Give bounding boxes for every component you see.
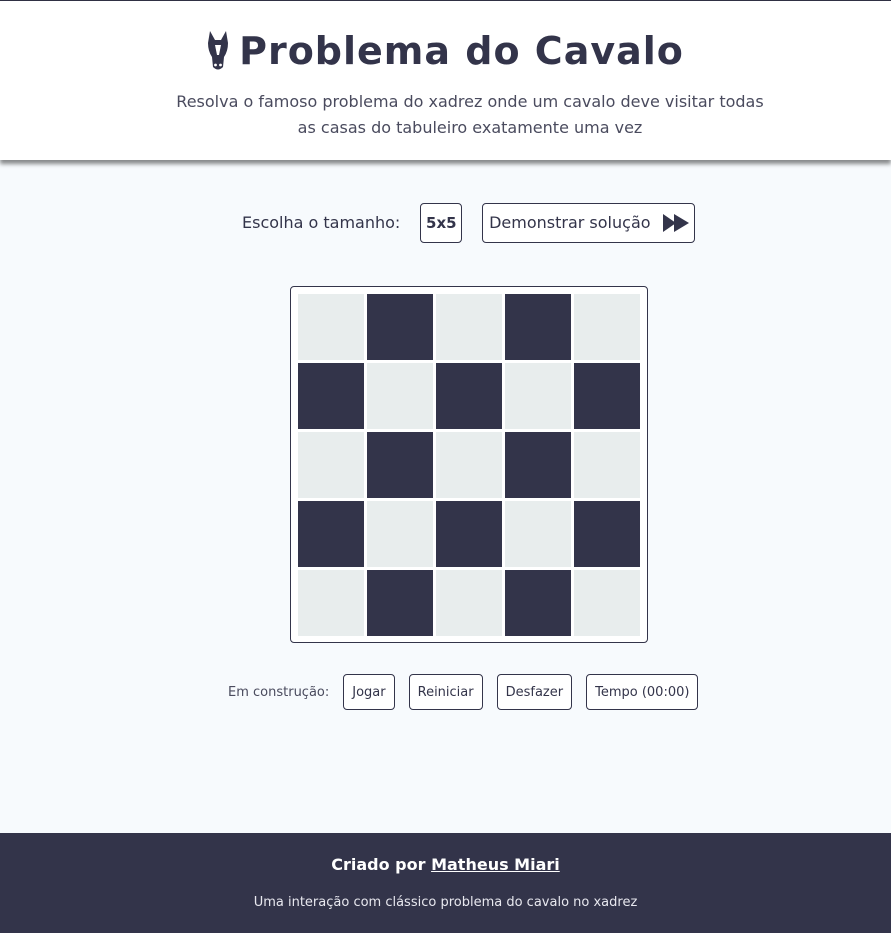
board-cell[interactable] bbox=[574, 294, 640, 360]
fast-forward-icon bbox=[662, 213, 689, 232]
play-button[interactable]: Jogar bbox=[343, 674, 395, 710]
horse-head-icon bbox=[208, 31, 229, 70]
board-cell[interactable] bbox=[298, 501, 364, 567]
construction-label: Em construção: bbox=[228, 684, 330, 700]
restart-button[interactable]: Reiniciar bbox=[408, 674, 483, 710]
board-cell[interactable] bbox=[574, 363, 640, 429]
board-cell[interactable] bbox=[436, 570, 502, 636]
board-cell[interactable] bbox=[367, 570, 433, 636]
board-cell[interactable] bbox=[367, 294, 433, 360]
board-cell[interactable] bbox=[298, 294, 364, 360]
board-cell[interactable] bbox=[436, 363, 502, 429]
board-cell[interactable] bbox=[505, 432, 571, 498]
board-cell[interactable] bbox=[367, 432, 433, 498]
board-cell[interactable] bbox=[574, 570, 640, 636]
page-title: Problema do Cavalo bbox=[239, 29, 684, 73]
size-label: Escolha o tamanho: bbox=[242, 213, 401, 232]
demonstrate-solution-label: Demonstrar solução bbox=[489, 213, 651, 232]
board-cell[interactable] bbox=[367, 501, 433, 567]
credit-prefix: Criado por bbox=[331, 855, 426, 874]
timer-button[interactable]: Tempo (00:00) bbox=[586, 674, 699, 710]
board-cell[interactable] bbox=[574, 501, 640, 567]
demonstrate-solution-button[interactable]: Demonstrar solução bbox=[482, 202, 696, 243]
subtitle-line: Resolva o famoso problema do xadrez onde… bbox=[176, 92, 764, 111]
footer-description: Uma interação com clássico problema do c… bbox=[253, 895, 638, 910]
board-cell[interactable] bbox=[298, 570, 364, 636]
board-cell[interactable] bbox=[436, 501, 502, 567]
board-cell[interactable] bbox=[436, 432, 502, 498]
subtitle-line: as casas do tabuleiro exatamente uma vez bbox=[297, 118, 643, 137]
author-link[interactable]: Matheus Miari bbox=[431, 855, 560, 874]
undo-button[interactable]: Desfazer bbox=[496, 674, 573, 710]
page-footer: Criado por Matheus Miari Uma interação c… bbox=[0, 833, 891, 933]
board-cell[interactable] bbox=[505, 501, 571, 567]
size-select-button[interactable]: 5x5 bbox=[420, 202, 463, 243]
board-cell[interactable] bbox=[298, 363, 364, 429]
board-controls: Escolha o tamanho: 5x5 Demonstrar soluçã… bbox=[242, 202, 696, 243]
chess-board bbox=[290, 286, 648, 643]
footer-credit: Criado por Matheus Miari bbox=[0, 855, 891, 874]
title-row: Problema do Cavalo bbox=[0, 29, 891, 73]
board-cell[interactable] bbox=[505, 294, 571, 360]
page-subtitle: Resolva o famoso problema do xadrez onde… bbox=[170, 89, 770, 141]
page-header: Problema do Cavalo Resolva o famoso prob… bbox=[0, 0, 891, 160]
board-cell[interactable] bbox=[367, 363, 433, 429]
board-cell[interactable] bbox=[505, 363, 571, 429]
board-cell[interactable] bbox=[574, 432, 640, 498]
construction-controls: Em construção: Jogar Reiniciar Desfazer … bbox=[228, 674, 712, 710]
board-cell[interactable] bbox=[298, 432, 364, 498]
board-cell[interactable] bbox=[436, 294, 502, 360]
board-cell[interactable] bbox=[505, 570, 571, 636]
